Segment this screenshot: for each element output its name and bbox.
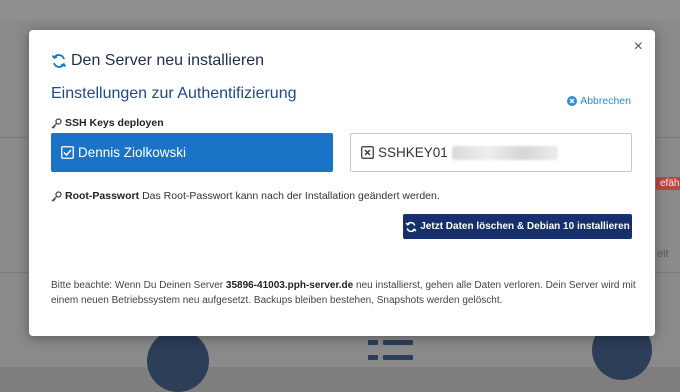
background-header — [0, 0, 680, 20]
ssh-key-option[interactable]: SSHKEY01 — [350, 133, 632, 172]
ssh-user-name: Dennis Ziolkowski — [78, 145, 187, 160]
server-hostname: 35896-41003.pph-server.de — [225, 280, 354, 291]
reinstall-server-dialog: × Den Server neu installieren Einstellun… — [29, 30, 655, 336]
note-prefix: Bitte beachte: Wenn Du Deinen Server — [51, 280, 224, 291]
background-text: eit — [657, 248, 669, 260]
background-status-badge: efährd — [656, 177, 680, 190]
cancel-button[interactable]: Abbrechen — [567, 95, 631, 107]
checkbox-checked-icon[interactable] — [61, 146, 74, 159]
dialog-header: Den Server neu installieren — [51, 52, 264, 70]
close-button[interactable]: × — [634, 38, 643, 56]
ssh-key-name: SSHKEY01 — [378, 145, 448, 160]
install-debian-button[interactable]: Jetzt Daten löschen & Debian 10 installi… — [403, 214, 632, 239]
ssh-user-option[interactable]: Dennis Ziolkowski — [51, 133, 333, 172]
redacted-key-fingerprint — [451, 145, 558, 160]
refresh-icon — [51, 53, 67, 69]
checkbox-unchecked-icon[interactable] — [361, 146, 374, 159]
key-icon — [51, 117, 62, 129]
ssh-keys-label: SSH Keys deployen — [51, 117, 164, 129]
background-list-icon — [383, 340, 413, 345]
root-password-hint: Das Root-Passwort kann nach der Installa… — [142, 190, 440, 202]
background-list-icon — [383, 355, 413, 360]
cancel-label: Abbrechen — [580, 95, 631, 107]
root-password-row: Root-Passwort Das Root-Passwort kann nac… — [51, 190, 440, 202]
background-list-icon — [368, 340, 378, 345]
warning-note: Bitte beachte: Wenn Du Deinen Server 358… — [51, 278, 636, 308]
dialog-title: Den Server neu installieren — [71, 52, 264, 69]
key-icon — [51, 190, 62, 202]
install-button-label: Jetzt Daten löschen & Debian 10 installi… — [420, 221, 630, 232]
refresh-icon — [405, 221, 417, 233]
ssh-keys-label-text: SSH Keys deployen — [65, 117, 164, 129]
root-password-label: Root-Passwort — [65, 190, 140, 202]
background-list-icon — [368, 355, 378, 360]
dialog-subtitle: Einstellungen zur Authentifizierung — [51, 85, 297, 102]
background-pie-chart — [147, 330, 209, 392]
close-circle-icon — [567, 96, 578, 106]
